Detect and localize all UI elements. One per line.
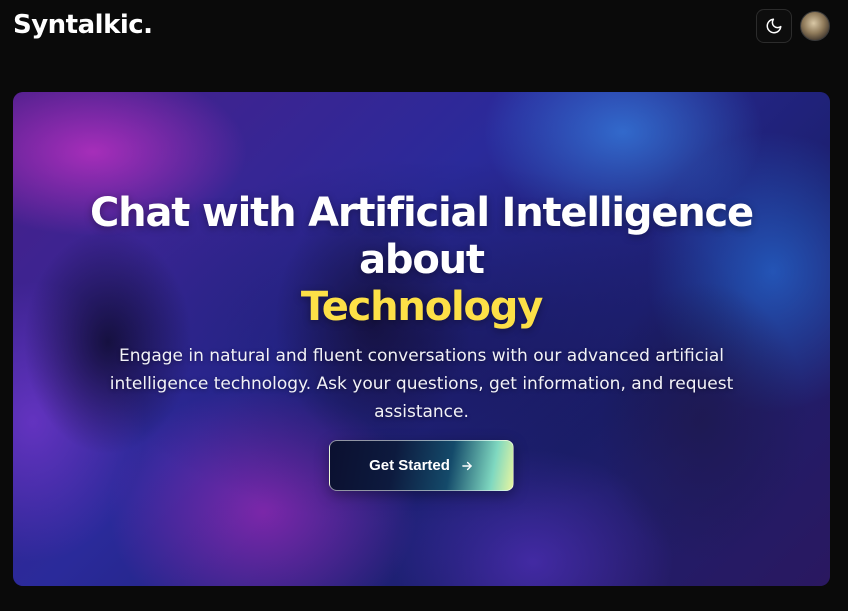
top-navigation: Syntalkic. bbox=[0, 0, 848, 56]
hero-headline: Chat with Artificial Intelligence about … bbox=[13, 190, 830, 331]
arrow-right-icon bbox=[462, 461, 472, 470]
headline-line-1: Chat with Artificial Intelligence bbox=[90, 190, 754, 236]
get-started-button[interactable]: Get Started bbox=[329, 440, 514, 491]
hero-content: Chat with Artificial Intelligence about … bbox=[13, 92, 830, 586]
hero-banner: Chat with Artificial Intelligence about … bbox=[13, 92, 830, 586]
get-started-label: Get Started bbox=[369, 457, 450, 474]
headline-highlight: Technology bbox=[300, 284, 543, 330]
logo[interactable]: Syntalkic. bbox=[13, 10, 153, 40]
moon-icon bbox=[766, 18, 782, 34]
headline-line-2: about bbox=[359, 237, 485, 283]
user-avatar[interactable] bbox=[800, 11, 830, 41]
hero-description: Engage in natural and fluent conversatio… bbox=[109, 346, 734, 422]
theme-toggle-button[interactable] bbox=[756, 9, 792, 43]
